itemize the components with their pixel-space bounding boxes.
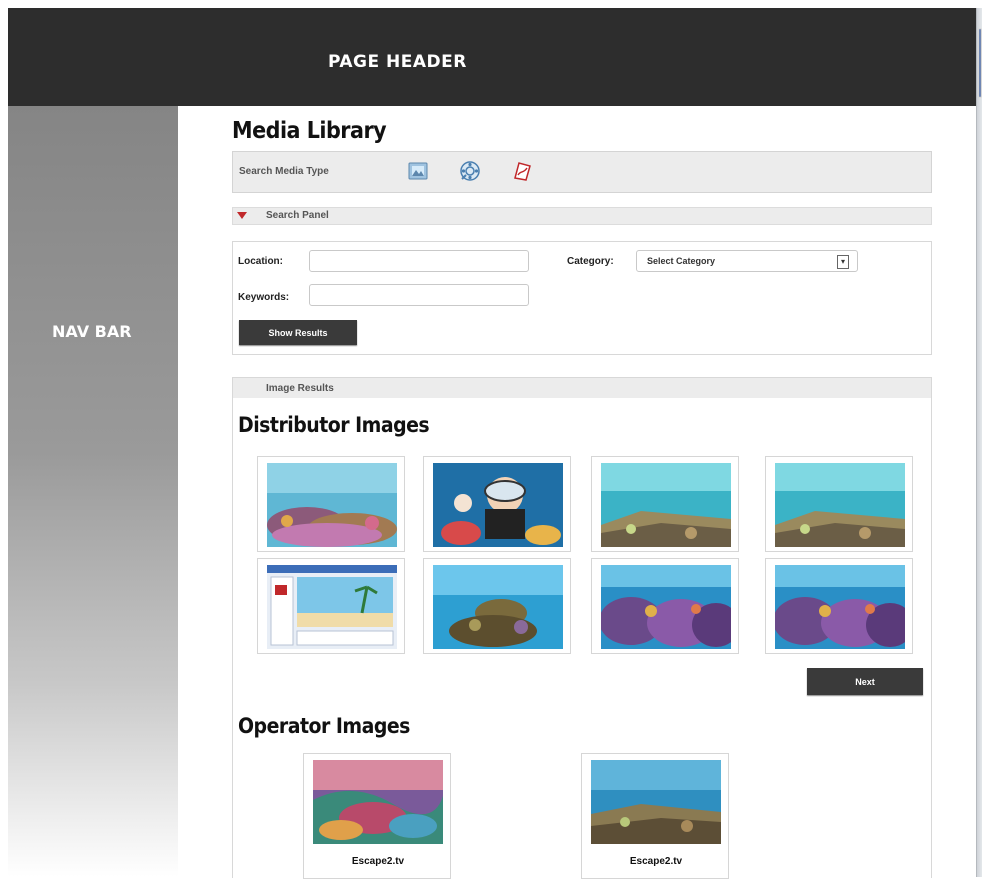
distributor-image-5[interactable]	[257, 558, 405, 654]
nav-bar-title: NAV BAR	[52, 322, 132, 341]
main-content: Media Library Search Media Type Search P…	[178, 106, 976, 879]
keywords-input[interactable]	[309, 284, 529, 306]
reef-shallows-photo	[775, 463, 905, 547]
search-form: Location: Category: Select Category ▾ Ke…	[232, 241, 932, 355]
distributor-images-title: Distributor Images	[238, 413, 430, 437]
reef-shallows-photo	[601, 463, 731, 547]
video-type-icon[interactable]	[459, 160, 481, 182]
nav-bar: NAV BAR	[8, 106, 178, 877]
image-results-panel: Image Results Distributor Images Next Op…	[232, 377, 932, 879]
scuba-diver-photo	[433, 463, 563, 547]
image-results-header: Image Results	[233, 378, 931, 398]
purple-coral-photo	[775, 565, 905, 649]
operator-image-2[interactable]: Escape2.tv	[581, 753, 729, 879]
coral-reef-photo	[267, 463, 397, 547]
search-panel-label: Search Panel	[266, 210, 329, 221]
location-input[interactable]	[309, 250, 529, 272]
search-panel-toggle[interactable]: Search Panel	[232, 207, 932, 225]
distributor-image-2[interactable]	[423, 456, 571, 552]
distributor-image-8[interactable]	[765, 558, 913, 654]
category-select[interactable]: Select Category ▾	[636, 250, 858, 272]
page-title: Media Library	[232, 118, 387, 144]
image-type-icon[interactable]	[407, 160, 429, 182]
next-button[interactable]: Next	[807, 668, 923, 695]
operator-image-1[interactable]: Escape2.tv	[303, 753, 451, 879]
purple-coral-photo	[601, 565, 731, 649]
image-results-label: Image Results	[266, 383, 334, 394]
location-label: Location:	[238, 256, 283, 267]
keywords-label: Keywords:	[238, 292, 290, 303]
coral-painting	[313, 760, 443, 844]
category-selected-value: Select Category	[647, 256, 716, 266]
collapse-triangle-icon[interactable]	[237, 212, 247, 219]
window-scrollbar[interactable]	[976, 8, 982, 877]
media-type-label: Search Media Type	[239, 166, 329, 177]
distributor-image-1[interactable]	[257, 456, 405, 552]
operator-image-caption: Escape2.tv	[629, 856, 683, 867]
scrollbar-thumb[interactable]	[978, 28, 982, 98]
distributor-image-3[interactable]	[591, 456, 739, 552]
media-type-bar: Search Media Type	[232, 151, 932, 193]
distributor-image-4[interactable]	[765, 456, 913, 552]
coral-head-photo	[433, 565, 563, 649]
select-arrow-icon[interactable]: ▾	[837, 255, 849, 269]
category-label: Category:	[567, 256, 614, 267]
operator-image-caption: Escape2.tv	[351, 856, 405, 867]
page-header-title: PAGE HEADER	[328, 52, 467, 72]
document-type-icon[interactable]	[511, 160, 533, 182]
website-screenshot	[267, 565, 397, 649]
distributor-image-6[interactable]	[423, 558, 571, 654]
show-results-button[interactable]: Show Results	[239, 320, 357, 345]
reef-shallows-photo	[591, 760, 721, 844]
page-header: PAGE HEADER	[8, 8, 976, 106]
distributor-image-7[interactable]	[591, 558, 739, 654]
operator-images-title: Operator Images	[238, 714, 410, 738]
